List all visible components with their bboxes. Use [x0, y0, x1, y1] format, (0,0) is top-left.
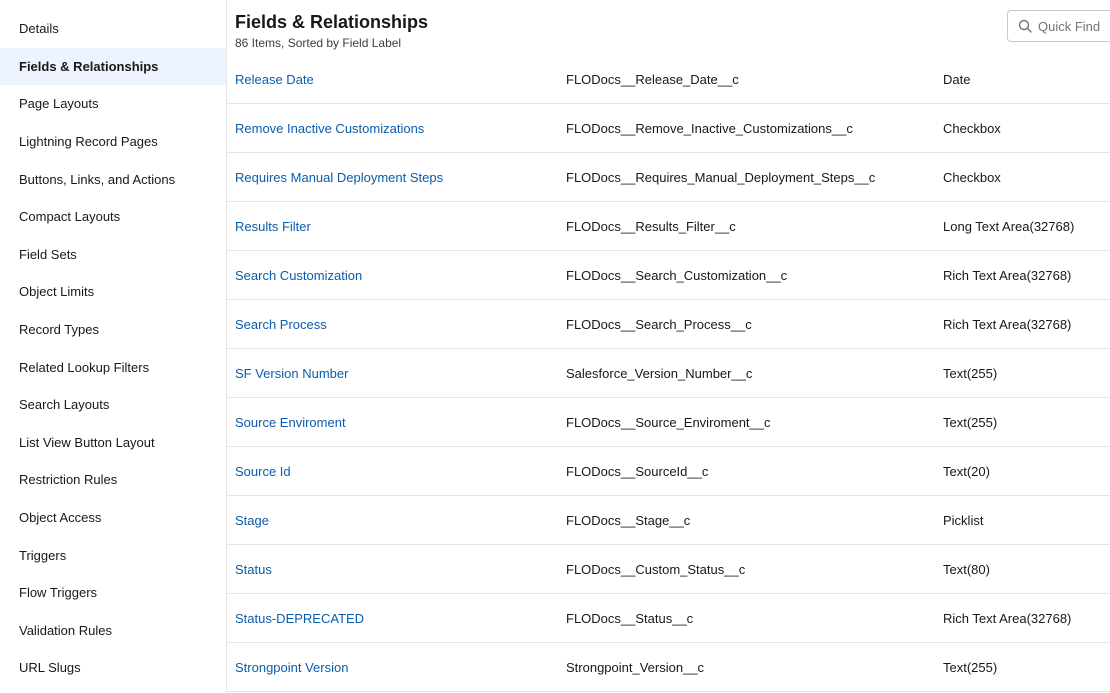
sidebar-item-field-sets[interactable]: Field Sets — [0, 236, 226, 274]
field-data-type: Text(80) — [943, 561, 990, 577]
sidebar-item-triggers[interactable]: Triggers — [0, 536, 226, 574]
field-api-name: FLODocs__Custom_Status__c — [566, 561, 746, 577]
field-label-link[interactable]: Status — [235, 562, 272, 577]
sidebar-item-flow-triggers[interactable]: Flow Triggers — [0, 574, 226, 612]
sidebar-item-object-limits[interactable]: Object Limits — [0, 273, 226, 311]
sidebar-item-validation-rules[interactable]: Validation Rules — [0, 612, 226, 650]
field-label-link[interactable]: Source Enviroment — [235, 415, 346, 430]
sidebar-item-url-slugs[interactable]: URL Slugs — [0, 649, 226, 687]
sidebar-item-page-layouts[interactable]: Page Layouts — [0, 85, 226, 123]
field-api-name: FLODocs__Requires_Manual_Deployment_Step… — [566, 169, 876, 185]
field-api-name: Strongpoint_Version__c — [566, 659, 705, 675]
table-row: Release Date FLODocs__Release_Date__c Date — [227, 56, 1110, 104]
field-label-link[interactable]: Strongpoint Version — [235, 660, 348, 675]
field-label-link[interactable]: Stage — [235, 513, 269, 528]
field-data-type: Text(20) — [943, 463, 990, 479]
table-row: Search Process FLODocs__Search_Process__c… — [227, 300, 1110, 349]
sidebar-item-object-access[interactable]: Object Access — [0, 499, 226, 537]
item-count-subtitle: 86 Items, Sorted by Field Label — [235, 36, 402, 50]
table-row: Results Filter FLODocs__Results_Filter__c… — [227, 202, 1110, 251]
table-row: Status-DEPRECATED FLODocs__Status__c Rich … — [227, 594, 1110, 643]
field-api-name: FLODocs__Release_Date__c — [566, 72, 739, 87]
field-data-type: Text(255) — [943, 414, 998, 430]
field-api-name: FLODocs__Stage__c — [566, 512, 691, 528]
search-icon — [1018, 19, 1032, 33]
field-data-type: Long Text Area(32768) — [943, 218, 1075, 234]
field-data-type: Rich Text Area(32768) — [943, 316, 1072, 332]
field-data-type: Date — [943, 72, 971, 87]
sidebar-item-buttons-links-and-actions[interactable]: Buttons, Links, and Actions — [0, 160, 226, 198]
table-row: Status FLODocs__Custom_Status__c Text(80) — [227, 545, 1110, 594]
sidebar-item-search-layouts[interactable]: Search Layouts — [0, 386, 226, 424]
quick-find-input[interactable] — [1038, 18, 1110, 34]
page-title: Fields & Relationships — [235, 12, 429, 32]
table-row: Stage FLODocs__Stage__c Picklist — [227, 496, 1110, 545]
sidebar-item-restriction-rules[interactable]: Restriction Rules — [0, 461, 226, 499]
field-label-link[interactable]: Results Filter — [235, 219, 311, 234]
sidebar-item-lightning-record-pages[interactable]: Lightning Record Pages — [0, 123, 226, 161]
fields-table: Release Date FLODocs__Release_Date__c Date… — [227, 56, 1110, 692]
table-row: Strongpoint Version Strongpoint_Version__… — [227, 643, 1110, 692]
field-label-link[interactable]: Remove Inactive Customizations — [235, 121, 424, 136]
field-label-link[interactable]: SF Version Number — [235, 366, 348, 381]
field-api-name: FLODocs__Search_Customization__c — [566, 267, 788, 283]
field-api-name: FLODocs__SourceId__c — [566, 463, 709, 479]
field-data-type: Rich Text Area(32768) — [943, 610, 1072, 626]
field-api-name: FLODocs__Source_Enviroment__c — [566, 414, 771, 430]
field-label-link[interactable]: Release Date — [235, 72, 314, 87]
field-api-name: FLODocs__Status__c — [566, 610, 694, 626]
field-label-link[interactable]: Search Process — [235, 317, 327, 332]
field-label-link[interactable]: Search Customization — [235, 268, 362, 283]
sidebar-item-related-lookup-filters[interactable]: Related Lookup Filters — [0, 348, 226, 386]
field-data-type: Text(255) — [943, 659, 998, 675]
table-row: Search Customization FLODocs__Search_Cust… — [227, 251, 1110, 300]
field-data-type: Checkbox — [943, 120, 1001, 136]
sidebar-item-details[interactable]: Details — [0, 10, 226, 48]
sidebar-item-fields-and-relationships[interactable]: Fields & Relationships — [0, 47, 226, 86]
sidebar-nav: Details Fields & Relationships Page Layout… — [0, 0, 227, 693]
field-data-type: Checkbox — [943, 169, 1001, 185]
sidebar-item-list-view-button-layout[interactable]: List View Button Layout — [0, 424, 226, 462]
quick-find-box[interactable] — [1007, 10, 1110, 42]
table-row: Source Enviroment FLODocs__Source_Envirom… — [227, 398, 1110, 447]
table-row: SF Version Number Salesforce_Version_Numb… — [227, 349, 1110, 398]
field-api-name: FLODocs__Results_Filter__c — [566, 218, 736, 234]
field-label-link[interactable]: Requires Manual Deployment Steps — [235, 170, 443, 185]
sidebar-item-record-types[interactable]: Record Types — [0, 311, 226, 349]
sidebar-item-compact-layouts[interactable]: Compact Layouts — [0, 198, 226, 236]
field-api-name: FLODocs__Remove_Inactive_Customizations_… — [566, 120, 853, 136]
field-api-name: FLODocs__Search_Process__c — [566, 316, 752, 332]
field-data-type: Picklist — [943, 512, 984, 528]
table-row: Remove Inactive Customizations FLODocs__R… — [227, 104, 1110, 153]
field-data-type: Rich Text Area(32768) — [943, 267, 1072, 283]
field-label-link[interactable]: Source Id — [235, 464, 291, 479]
page-header: Fields & Relationships 86 Items, Sorted … — [227, 0, 1110, 56]
table-row: Source Id FLODocs__SourceId__c Text(20) — [227, 447, 1110, 496]
app-window: Details Fields & Relationships Page Layout… — [0, 0, 1110, 693]
field-data-type: Text(255) — [943, 365, 998, 381]
main-content: Fields & Relationships 86 Items, Sorted … — [227, 0, 1110, 693]
field-label-link[interactable]: Status-DEPRECATED — [235, 611, 364, 626]
table-row: Requires Manual Deployment Steps FLODocs_… — [227, 153, 1110, 202]
field-api-name: Salesforce_Version_Number__c — [566, 365, 753, 381]
